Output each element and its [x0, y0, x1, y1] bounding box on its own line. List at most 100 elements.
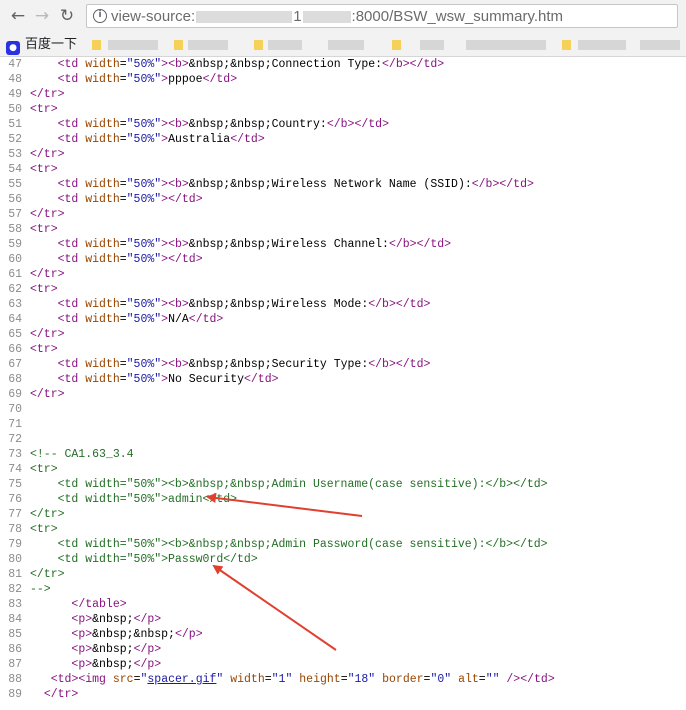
bookmark-redacted[interactable]: [268, 40, 302, 50]
bookmark-redacted[interactable]: [420, 40, 444, 50]
source-line: <!-- CA1.63_3.4: [30, 448, 134, 461]
source-line: -->: [30, 583, 51, 596]
bookmark-folder-icon: [92, 40, 101, 50]
source-line: </tr>: [30, 388, 65, 401]
source-line: <tr>: [30, 223, 58, 236]
line-number: 86: [8, 643, 22, 656]
source-line: <td width="50%"><b>&nbsp;&nbsp;Country:<…: [57, 118, 389, 131]
source-line: <tr>: [30, 463, 58, 476]
line-number: 62: [8, 283, 22, 296]
source-line: <td><img src="spacer.gif" width="1" heig…: [50, 673, 555, 686]
source-line: <tr>: [30, 523, 58, 536]
line-number: 55: [8, 178, 22, 191]
reload-icon: ↻: [59, 6, 75, 26]
source-line: <td width="50%"><b>&nbsp;&nbsp;Admin Pas…: [30, 538, 548, 551]
line-number: 68: [8, 373, 22, 386]
line-number: 77: [8, 508, 22, 521]
source-line: </tr>: [30, 268, 65, 281]
line-number: 83: [8, 598, 22, 611]
source-line: <td width="50%">N/A</td>: [57, 313, 224, 326]
bookmark-redacted[interactable]: [640, 40, 680, 50]
source-line: <td width="50%">Australia</td>: [57, 133, 265, 146]
line-number: 60: [8, 253, 22, 266]
url-host-redacted: [196, 11, 293, 24]
source-line: <tr>: [30, 103, 58, 116]
forward-button[interactable]: →: [32, 6, 52, 26]
reload-button[interactable]: ↻: [57, 6, 77, 26]
source-line: <td width="50%"><b>&nbsp;&nbsp;Connectio…: [57, 58, 445, 71]
url-text[interactable]: view-source: 1 :8000/BSW_wsw_summary.htm: [111, 8, 563, 26]
arrow-forward-icon: →: [34, 6, 50, 26]
source-line: <p>&nbsp;</p>: [71, 658, 162, 671]
line-number: 76: [8, 493, 22, 506]
line-number: 74: [8, 463, 22, 476]
line-number: 87: [8, 658, 22, 671]
source-line: </tr>: [30, 88, 65, 101]
source-line: <tr>: [30, 343, 58, 356]
source-line: </tr>: [30, 508, 65, 521]
source-line: </tr>: [30, 328, 65, 341]
source-line: </tr>: [30, 568, 65, 581]
source-line: <td width="50%"><b>&nbsp;&nbsp;Security …: [57, 358, 431, 371]
info-icon[interactable]: i: [93, 9, 107, 23]
source-view: 47 <td width="50%"><b>&nbsp;&nbsp;Connec…: [0, 57, 686, 710]
line-number: 48: [8, 73, 22, 86]
line-number: 80: [8, 553, 22, 566]
source-line: <td width="50%">admin</td>: [30, 493, 238, 506]
line-number: 67: [8, 358, 22, 371]
source-line: <td width="50%"><b>&nbsp;&nbsp;Admin Use…: [30, 478, 548, 491]
arrow-back-icon: ←: [10, 6, 26, 26]
line-number: 64: [8, 313, 22, 326]
url-prefix: view-source:: [111, 8, 196, 25]
source-line: <td width="50%">No Security</td>: [57, 373, 279, 386]
bookmark-redacted[interactable]: [578, 40, 626, 50]
line-number: 81: [8, 568, 22, 581]
line-number: 72: [8, 433, 22, 446]
line-number: 82: [8, 583, 22, 596]
line-number: 56: [8, 193, 22, 206]
url-host-fragment: 1: [293, 8, 302, 25]
line-number: 51: [8, 118, 22, 131]
line-number: 57: [8, 208, 22, 221]
bookmark-redacted[interactable]: [108, 40, 158, 50]
bookmark-baidu-label: 百度一下: [25, 37, 78, 52]
url-path: :8000/BSW_wsw_summary.htm: [351, 8, 563, 25]
address-bar[interactable]: i view-source: 1 :8000/BSW_wsw_summary.htm: [86, 4, 678, 28]
bookmark-redacted[interactable]: [466, 40, 546, 50]
line-number: 78: [8, 523, 22, 536]
line-number: 79: [8, 538, 22, 551]
line-number: 63: [8, 298, 22, 311]
line-number: 61: [8, 268, 22, 281]
line-number: 88: [8, 673, 22, 686]
back-button[interactable]: ←: [8, 6, 28, 26]
line-number: 65: [8, 328, 22, 341]
line-number: 73: [8, 448, 22, 461]
baidu-paw-icon: ●: [6, 41, 20, 55]
source-line: <td width="50%"><b>&nbsp;&nbsp;Wireless …: [57, 298, 431, 311]
line-number: 59: [8, 238, 22, 251]
source-line: <td width="50%"><b>&nbsp;&nbsp;Wireless …: [57, 178, 534, 191]
line-number: 71: [8, 418, 22, 431]
source-line: <tr>: [30, 283, 58, 296]
line-number: 85: [8, 628, 22, 641]
source-line: <p>&nbsp;&nbsp;</p>: [71, 628, 203, 641]
bookmark-baidu[interactable]: ● 百度一下: [6, 36, 77, 55]
line-number: 49: [8, 88, 22, 101]
source-line: </table>: [71, 598, 127, 611]
source-line: <td width="50%"></td>: [57, 193, 203, 206]
line-number: 69: [8, 388, 22, 401]
source-line: </tr>: [30, 148, 65, 161]
bookmark-folder-icon: [254, 40, 263, 50]
bookmark-redacted[interactable]: [328, 40, 364, 50]
line-number: 89: [8, 688, 22, 701]
source-line: <p>&nbsp;</p>: [71, 613, 162, 626]
line-number: 53: [8, 148, 22, 161]
bookmark-folder-icon: [392, 40, 401, 50]
line-number: 84: [8, 613, 22, 626]
url-host-redacted-2: [302, 11, 351, 24]
bookmark-redacted[interactable]: [188, 40, 228, 50]
bookmarks-bar: ● 百度一下: [0, 33, 686, 57]
source-line: <tr>: [30, 163, 58, 176]
line-number: 58: [8, 223, 22, 236]
source-line: </tr>: [30, 208, 65, 221]
